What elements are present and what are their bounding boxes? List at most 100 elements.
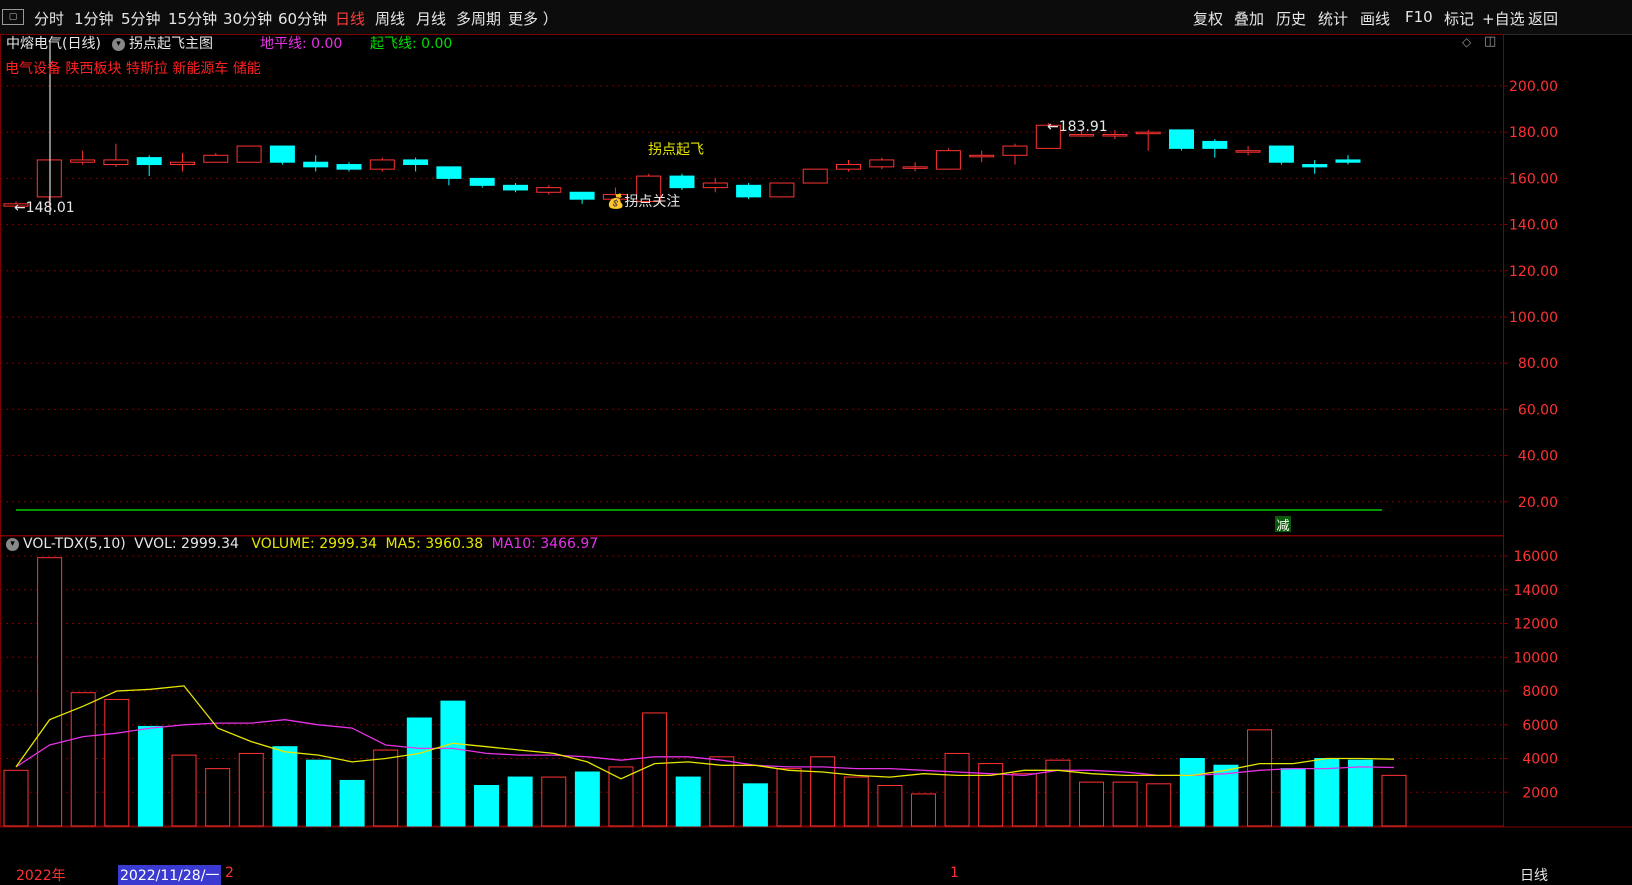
- volume-value: VOLUME: 2999.34: [251, 536, 378, 552]
- volume-bar: [1179, 758, 1205, 827]
- candle: [70, 159, 96, 163]
- sector-tag[interactable]: 新能源车: [172, 61, 228, 77]
- volume-bar: [373, 749, 399, 827]
- diamond-icon[interactable]: ◇: [1462, 35, 1471, 49]
- candle: [536, 187, 562, 193]
- kline-chart[interactable]: 20.0040.0060.0080.00100.00120.00140.0016…: [0, 34, 1632, 884]
- dropdown-icon[interactable]: ▾: [6, 537, 19, 551]
- price-panel-frame: [0, 34, 1504, 536]
- volume-bar: [272, 746, 298, 827]
- period-label[interactable]: 日线: [1520, 865, 1548, 885]
- period-more[interactable]: 更多 ）: [508, 8, 558, 29]
- period-daily[interactable]: 日线: [335, 8, 365, 29]
- candle: [403, 159, 429, 166]
- volume-bar: [1112, 781, 1138, 827]
- volume-bar: [171, 754, 197, 827]
- volume-bar: [1146, 783, 1172, 827]
- volume-bar: [1280, 768, 1306, 827]
- volume-bar: [574, 771, 600, 827]
- low-price-label: ←148.01: [14, 200, 75, 216]
- sector-tag[interactable]: 电气设备: [5, 61, 61, 77]
- volume-bar: [37, 557, 63, 827]
- price-tick-label: 100.00: [1509, 310, 1558, 326]
- candle: [769, 182, 795, 198]
- tool-tongji[interactable]: 统计: [1318, 8, 1348, 29]
- candle: [1235, 150, 1261, 153]
- tool-fuquan[interactable]: 复权: [1193, 8, 1223, 29]
- period-30min[interactable]: 30分钟: [223, 8, 272, 29]
- sector-tags: 电气设备 陕西板块 特斯拉 新能源车 储能: [5, 58, 261, 78]
- candle: [269, 145, 295, 163]
- sector-tag[interactable]: 特斯拉: [126, 61, 168, 77]
- volume-bar: [742, 783, 768, 827]
- candle: [1135, 131, 1161, 135]
- period-weekly[interactable]: 周线: [375, 8, 405, 29]
- panel-toggle-icon[interactable]: ◫: [1484, 34, 1496, 49]
- volume-bar: [3, 769, 29, 827]
- dropdown-icon: ▾: [112, 37, 125, 51]
- stock-title: 中熔电气(日线): [6, 36, 101, 52]
- tool-zixuan[interactable]: +自选: [1482, 8, 1525, 29]
- mid-marker: 1: [950, 865, 959, 881]
- vol-indicator-name: VOL-TDX(5,10): [23, 536, 126, 552]
- volume-bar: [238, 752, 264, 827]
- candle: [902, 166, 928, 169]
- candle: [802, 168, 828, 184]
- volume-bar: [877, 785, 903, 827]
- period-15min[interactable]: 15分钟: [168, 8, 217, 29]
- price-tick-label: 120.00: [1509, 264, 1558, 280]
- candle: [1268, 145, 1294, 163]
- tool-biaoji[interactable]: 标记: [1444, 8, 1474, 29]
- candle: [1335, 159, 1361, 163]
- volume-bar: [1381, 774, 1407, 827]
- volume-bar: [339, 779, 365, 827]
- signal-label: 拐点起飞: [648, 142, 704, 158]
- candle: [170, 161, 195, 166]
- volume-bar: [1079, 781, 1105, 827]
- candle: [436, 166, 462, 179]
- volume-bar: [709, 756, 735, 827]
- tool-lishi[interactable]: 历史: [1276, 8, 1306, 29]
- period-fenshi[interactable]: 分时: [34, 8, 64, 29]
- volume-bar: [944, 752, 970, 827]
- top-toolbar: ▢ 分时 1分钟 5分钟 15分钟 30分钟 60分钟 日线 周线 月线 多周期…: [0, 0, 1632, 35]
- volume-tick-label: 10000: [1513, 650, 1558, 666]
- tool-f10[interactable]: F10: [1405, 8, 1433, 26]
- tool-huaxian[interactable]: 画线: [1360, 8, 1390, 29]
- tool-diejia[interactable]: 叠加: [1234, 8, 1264, 29]
- ma10-value: MA10: 3466.97: [491, 536, 599, 552]
- candle: [369, 159, 395, 170]
- volume-tick-label: 16000: [1513, 549, 1558, 565]
- volume-bar: [910, 793, 936, 827]
- price-tick-label: 160.00: [1509, 171, 1558, 187]
- candle: [669, 175, 695, 189]
- candle: [469, 177, 495, 186]
- candle: [103, 159, 129, 166]
- volume-bar: [1011, 773, 1037, 827]
- qfx-label: 起飞线: 0.00: [370, 36, 453, 52]
- sector-tag[interactable]: 储能: [233, 61, 261, 77]
- watch-label: 💰拐点关注: [607, 193, 680, 210]
- period-monthly[interactable]: 月线: [416, 8, 446, 29]
- volume-bar: [843, 776, 869, 827]
- volume-bar: [474, 785, 500, 827]
- volume-bar: [1247, 729, 1273, 827]
- sector-tag[interactable]: 陕西板块: [65, 61, 121, 77]
- candle: [702, 182, 728, 189]
- volume-bar: [642, 712, 668, 827]
- cursor-count: 2: [225, 865, 234, 881]
- window-icon[interactable]: ▢: [2, 9, 24, 25]
- volume-header: ▾ VOL-TDX(5,10) VVOL: 2999.34 VOLUME: 299…: [6, 536, 598, 552]
- candle: [836, 164, 861, 170]
- candle: [336, 164, 362, 170]
- tool-fanhui[interactable]: 返回: [1528, 8, 1558, 29]
- period-60min[interactable]: 60分钟: [278, 8, 327, 29]
- indicator-name-row[interactable]: ▾ 拐点起飞主图: [112, 33, 213, 53]
- period-multi[interactable]: 多周期: [456, 8, 501, 29]
- period-1min[interactable]: 1分钟: [74, 8, 114, 29]
- price-tick-label: 140.00: [1509, 218, 1558, 234]
- period-5min[interactable]: 5分钟: [121, 8, 161, 29]
- candle: [1169, 129, 1194, 149]
- volume-bar: [1347, 759, 1373, 827]
- volume-tick-label: 14000: [1513, 583, 1558, 599]
